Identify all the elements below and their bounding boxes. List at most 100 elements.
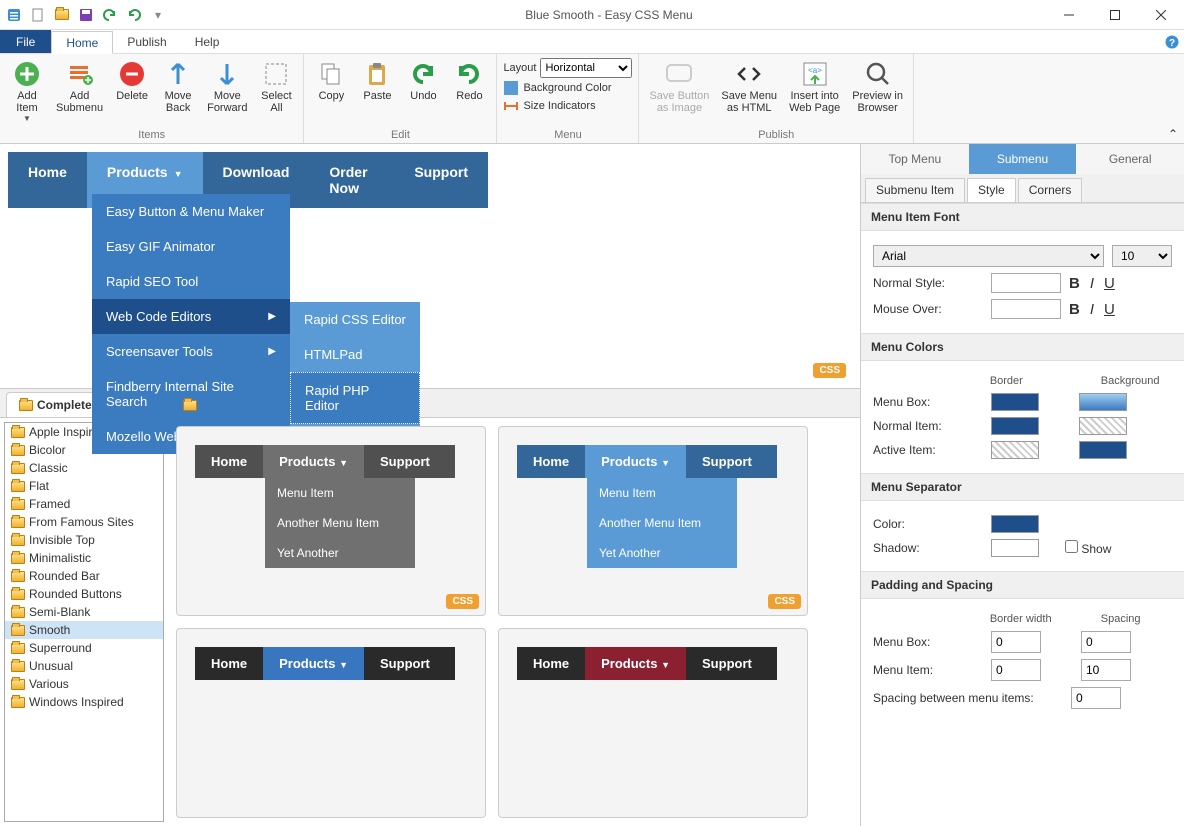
qat-save-icon[interactable]	[76, 5, 96, 25]
submenu-item[interactable]: Rapid SEO Tool	[92, 264, 290, 299]
normal-border-swatch[interactable]	[991, 417, 1039, 435]
menubox-border-swatch[interactable]	[991, 393, 1039, 411]
mouseover-style-input[interactable]	[991, 299, 1061, 319]
preview-menu-home[interactable]: Home	[8, 152, 87, 208]
submenu2-item[interactable]: HTMLPad	[290, 337, 420, 372]
submenu-item[interactable]: Easy Button & Menu Maker	[92, 194, 290, 229]
tpl-tree-item[interactable]: Minimalistic	[5, 549, 163, 567]
sep-shadow-swatch[interactable]	[991, 539, 1039, 557]
tab-publish[interactable]: Publish	[113, 30, 180, 53]
file-tab[interactable]: File	[0, 30, 51, 53]
help-icon[interactable]: ?	[1160, 30, 1184, 53]
tpl-tree-item[interactable]: Rounded Bar	[5, 567, 163, 585]
preview-browser-button[interactable]: Preview in Browser	[848, 56, 907, 116]
side-tab2-style[interactable]: Style	[967, 178, 1016, 202]
menuitem-borderw-input[interactable]	[991, 659, 1041, 681]
close-button[interactable]	[1138, 0, 1184, 30]
add-submenu-button[interactable]: Add Submenu	[52, 56, 107, 116]
bg-color-button[interactable]: Background Color	[503, 80, 632, 96]
template-previews[interactable]: HomeProducts ▼SupportMenu ItemAnother Me…	[168, 418, 860, 826]
font-family-select[interactable]: Arial	[873, 245, 1104, 267]
tpl-tree-item[interactable]: Semi-Blank	[5, 603, 163, 621]
underline-button[interactable]: U	[1104, 301, 1115, 318]
tpl-tree-item[interactable]: From Famous Sites	[5, 513, 163, 531]
side-tab2-item[interactable]: Submenu Item	[865, 178, 965, 202]
minimize-button[interactable]	[1046, 0, 1092, 30]
side-tab-general[interactable]: General	[1076, 144, 1184, 174]
tpl-tree-item[interactable]: Various	[5, 675, 163, 693]
tpl-tree-item[interactable]: Superround	[5, 639, 163, 657]
select-all-button[interactable]: Select All	[255, 56, 297, 116]
submenu-item[interactable]: Web Code Editors▶	[92, 299, 290, 334]
save-image-button[interactable]: Save Button as Image	[645, 56, 713, 116]
submenu-item[interactable]: Easy GIF Animator	[92, 229, 290, 264]
active-bg-swatch[interactable]	[1079, 441, 1127, 459]
add-item-button[interactable]: Add Item▼	[6, 56, 48, 125]
qat-dropdown-icon[interactable]: ▾	[148, 5, 168, 25]
bold-button[interactable]: B	[1069, 301, 1080, 318]
delete-button[interactable]: Delete	[111, 56, 153, 104]
tpl-tree-item[interactable]: Flat	[5, 477, 163, 495]
menubox-spacing-input[interactable]	[1081, 631, 1131, 653]
ribbon-group-menu: Menu	[503, 129, 632, 143]
tpl-tree-item[interactable]: Smooth	[5, 621, 163, 639]
submenu2-item[interactable]: Rapid PHP Editor	[290, 372, 420, 424]
font-size-select[interactable]: 10	[1112, 245, 1172, 267]
tpl-tree-item[interactable]: Invisible Top	[5, 531, 163, 549]
menubox-bg-swatch[interactable]	[1079, 393, 1127, 411]
underline-button[interactable]: U	[1104, 275, 1115, 292]
preview-menu-order[interactable]: Order Now	[309, 152, 394, 208]
menubox-borderw-input[interactable]	[991, 631, 1041, 653]
qat-redo-icon[interactable]	[124, 5, 144, 25]
sep-show-checkbox[interactable]	[1065, 540, 1078, 553]
italic-button[interactable]: I	[1090, 301, 1094, 318]
layout-select[interactable]: Horizontal	[540, 58, 632, 78]
tpl-tree-item[interactable]: Framed	[5, 495, 163, 513]
css-badge: CSS	[813, 363, 846, 378]
italic-button[interactable]: I	[1090, 275, 1094, 292]
paste-button[interactable]: Paste	[356, 56, 398, 104]
tab-help[interactable]: Help	[181, 30, 234, 53]
copy-button[interactable]: Copy	[310, 56, 352, 104]
template-card[interactable]: HomeProducts ▼Support	[498, 628, 808, 818]
qat-new-icon[interactable]	[28, 5, 48, 25]
redo-button[interactable]: Redo	[448, 56, 490, 104]
template-card[interactable]: HomeProducts ▼SupportMenu ItemAnother Me…	[498, 426, 808, 616]
qat-menu-icon[interactable]	[4, 5, 24, 25]
template-card[interactable]: HomeProducts ▼SupportMenu ItemAnother Me…	[176, 426, 486, 616]
menuitem-spacing-input[interactable]	[1081, 659, 1131, 681]
tpl-tree-item[interactable]: Unusual	[5, 657, 163, 675]
side-tab-topmenu[interactable]: Top Menu	[861, 144, 969, 174]
ribbon-collapse-button[interactable]: ⌃	[1168, 127, 1178, 141]
bold-button[interactable]: B	[1069, 275, 1080, 292]
between-spacing-input[interactable]	[1071, 687, 1121, 709]
normal-style-input[interactable]	[991, 273, 1061, 293]
tpl-tree-item[interactable]: Windows Inspired	[5, 693, 163, 711]
active-border-swatch[interactable]	[991, 441, 1039, 459]
undo-button[interactable]: Undo	[402, 56, 444, 104]
move-back-button[interactable]: Move Back	[157, 56, 199, 116]
submenu2-item[interactable]: Rapid CSS Editor	[290, 302, 420, 337]
normal-bg-swatch[interactable]	[1079, 417, 1127, 435]
tpl-tree-item[interactable]: Rounded Buttons	[5, 585, 163, 603]
save-html-button[interactable]: Save Menu as HTML	[717, 56, 781, 116]
qat-undo-icon[interactable]	[100, 5, 120, 25]
section-padding: Padding and Spacing	[861, 571, 1184, 599]
tpl-tree-item[interactable]: Classic	[5, 459, 163, 477]
window-title: Blue Smooth - Easy CSS Menu	[172, 8, 1046, 22]
maximize-button[interactable]	[1092, 0, 1138, 30]
side-tab-submenu[interactable]: Submenu	[969, 144, 1077, 174]
tab-home[interactable]: Home	[51, 31, 113, 54]
size-indicators-button[interactable]: Size Indicators	[503, 98, 632, 114]
submenu-item[interactable]: Screensaver Tools▶	[92, 334, 290, 369]
submenu-item[interactable]: Findberry Internal Site Search	[92, 369, 290, 419]
ribbon-group-edit: Edit	[310, 129, 490, 143]
move-forward-button[interactable]: Move Forward	[203, 56, 251, 116]
insert-page-button[interactable]: <a>Insert into Web Page	[785, 56, 844, 116]
preview-menu-support[interactable]: Support	[394, 152, 488, 208]
template-tree[interactable]: Apple InspiredBicolorClassicFlatFramedFr…	[4, 422, 164, 822]
template-card[interactable]: HomeProducts ▼Support	[176, 628, 486, 818]
sep-color-swatch[interactable]	[991, 515, 1039, 533]
side-tab2-corners[interactable]: Corners	[1018, 178, 1083, 202]
qat-open-icon[interactable]	[52, 5, 72, 25]
